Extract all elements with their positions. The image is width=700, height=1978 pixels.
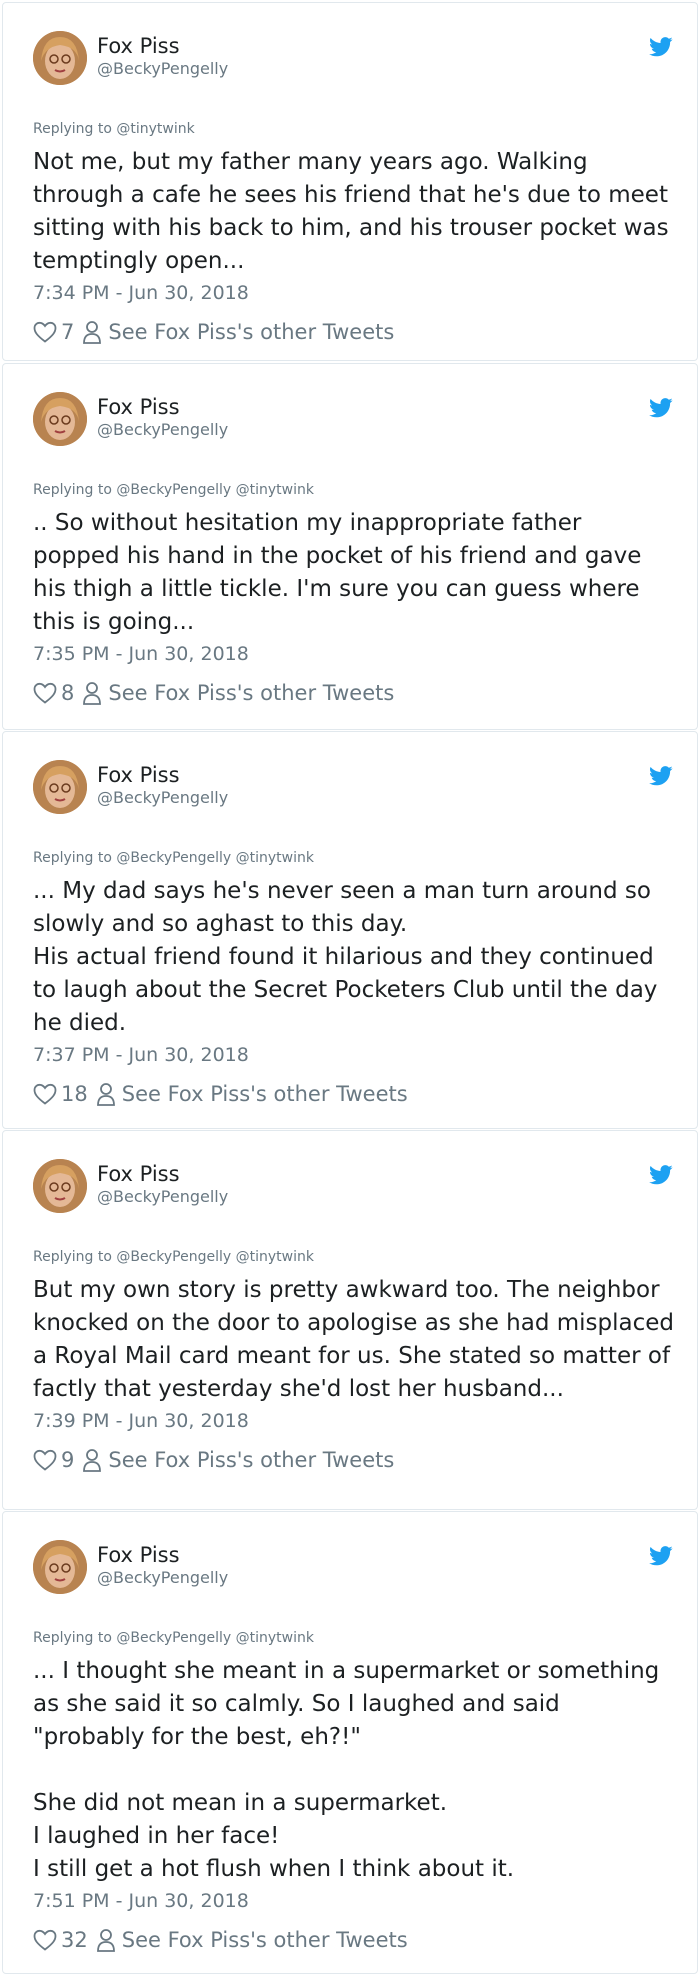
avatar[interactable]: [33, 392, 87, 446]
tweet-card[interactable]: Fox Piss @BeckyPengelly Replying to @Bec…: [2, 1511, 698, 1974]
replying-to[interactable]: Replying to @BeckyPengelly @tinytwink: [33, 481, 675, 499]
author-name[interactable]: Fox Piss: [97, 1542, 228, 1568]
tweet-text: ... I thought she meant in a supermarket…: [33, 1658, 660, 1882]
other-tweets-link[interactable]: See Fox Piss's other Tweets: [122, 1082, 408, 1106]
twitter-bird-icon[interactable]: [649, 1546, 673, 1566]
tweet-card[interactable]: Fox Piss @BeckyPengelly Replying to @tin…: [2, 2, 698, 361]
tweet-card[interactable]: Fox Piss @BeckyPengelly Replying to @Bec…: [2, 363, 698, 730]
author-handle[interactable]: @BeckyPengelly: [97, 59, 228, 79]
tweet-text: .. So without hesitation my inappropriat…: [33, 510, 649, 635]
tweet-header: Fox Piss @BeckyPengelly: [33, 1540, 673, 1596]
heart-icon[interactable]: [33, 321, 57, 343]
tweet-text: Not me, but my father many years ago. Wa…: [33, 149, 676, 274]
tweet-header: Fox Piss @BeckyPengelly: [33, 760, 673, 816]
tweet-text: But my own story is pretty awkward too. …: [33, 1277, 682, 1402]
tweet-card[interactable]: Fox Piss @BeckyPengelly Replying to @Bec…: [2, 731, 698, 1129]
heart-icon[interactable]: [33, 1083, 57, 1105]
twitter-bird-icon[interactable]: [649, 398, 673, 418]
person-icon: [96, 1083, 115, 1106]
replying-to[interactable]: Replying to @tinytwink: [33, 120, 675, 138]
person-icon: [96, 1929, 115, 1952]
author-name[interactable]: Fox Piss: [97, 1161, 228, 1187]
tweet-text: ... My dad says he's never seen a man tu…: [33, 878, 658, 1036]
tweet-timestamp[interactable]: 7:39 PM - Jun 30, 2018: [33, 1409, 675, 1433]
tweet-thread: Fox Piss @BeckyPengelly Replying to @tin…: [0, 0, 700, 1978]
tweet-header: Fox Piss @BeckyPengelly: [33, 31, 673, 87]
author-handle[interactable]: @BeckyPengelly: [97, 420, 228, 440]
like-count[interactable]: 18: [61, 1082, 88, 1106]
tweet-timestamp[interactable]: 7:35 PM - Jun 30, 2018: [33, 642, 675, 666]
author-name[interactable]: Fox Piss: [97, 762, 228, 788]
heart-icon[interactable]: [33, 1449, 57, 1471]
like-count[interactable]: 32: [61, 1928, 88, 1952]
avatar[interactable]: [33, 760, 87, 814]
other-tweets-link[interactable]: See Fox Piss's other Tweets: [108, 320, 394, 344]
other-tweets-link[interactable]: See Fox Piss's other Tweets: [108, 1448, 394, 1472]
twitter-bird-icon[interactable]: [649, 37, 673, 57]
person-icon: [83, 1449, 102, 1472]
author-handle[interactable]: @BeckyPengelly: [97, 788, 228, 808]
other-tweets-link[interactable]: See Fox Piss's other Tweets: [122, 1928, 408, 1952]
author-name[interactable]: Fox Piss: [97, 394, 228, 420]
heart-icon[interactable]: [33, 682, 57, 704]
replying-to[interactable]: Replying to @BeckyPengelly @tinytwink: [33, 1629, 675, 1647]
replying-to[interactable]: Replying to @BeckyPengelly @tinytwink: [33, 849, 675, 867]
other-tweets-link[interactable]: See Fox Piss's other Tweets: [108, 681, 394, 705]
tweet-card[interactable]: Fox Piss @BeckyPengelly Replying to @Bec…: [2, 1130, 698, 1510]
replying-to[interactable]: Replying to @BeckyPengelly @tinytwink: [33, 1248, 675, 1266]
tweet-timestamp[interactable]: 7:34 PM - Jun 30, 2018: [33, 281, 675, 305]
tweet-timestamp[interactable]: 7:51 PM - Jun 30, 2018: [33, 1889, 675, 1913]
twitter-bird-icon[interactable]: [649, 1165, 673, 1185]
heart-icon[interactable]: [33, 1929, 57, 1951]
twitter-bird-icon[interactable]: [649, 766, 673, 786]
author-handle[interactable]: @BeckyPengelly: [97, 1187, 228, 1207]
avatar[interactable]: [33, 31, 87, 85]
tweet-header: Fox Piss @BeckyPengelly: [33, 392, 673, 448]
like-count[interactable]: 8: [61, 681, 74, 705]
avatar[interactable]: [33, 1159, 87, 1213]
person-icon: [83, 682, 102, 705]
like-count[interactable]: 9: [61, 1448, 74, 1472]
tweet-timestamp[interactable]: 7:37 PM - Jun 30, 2018: [33, 1043, 675, 1067]
tweet-header: Fox Piss @BeckyPengelly: [33, 1159, 673, 1215]
avatar[interactable]: [33, 1540, 87, 1594]
author-handle[interactable]: @BeckyPengelly: [97, 1568, 228, 1588]
author-name[interactable]: Fox Piss: [97, 33, 228, 59]
like-count[interactable]: 7: [61, 320, 74, 344]
person-icon: [83, 321, 102, 344]
